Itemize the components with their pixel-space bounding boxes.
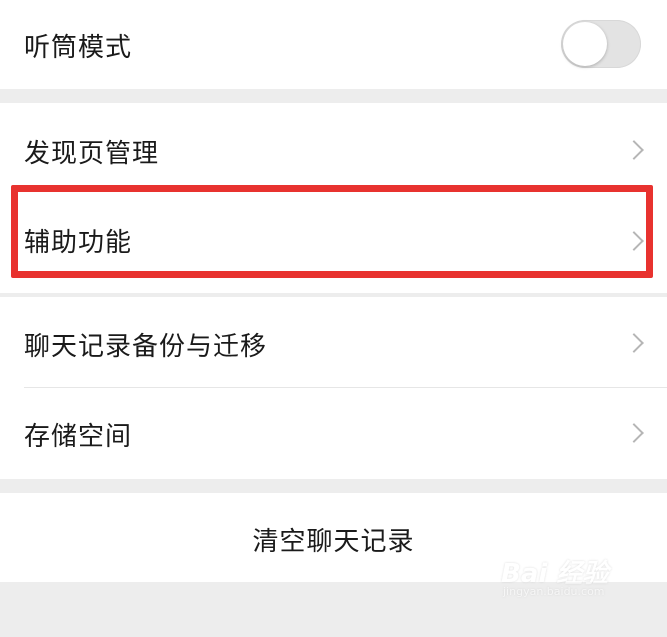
watermark: Bai 经验 jingyan.baidu.com <box>501 553 631 605</box>
toggle-knob <box>563 22 607 66</box>
earpiece-group: 听筒模式 <box>0 0 667 89</box>
chevron-right-icon <box>624 333 644 353</box>
chevron-right-icon <box>624 140 644 160</box>
settings-page: 听筒模式 发现页管理 辅助功能 聊天记录备份与迁移 存储空间 清空聊天记录 Ba… <box>0 0 667 637</box>
earpiece-mode-toggle[interactable] <box>561 20 641 68</box>
chat-storage-group: 聊天记录备份与迁移 存储空间 <box>0 297 667 479</box>
settings-item-label: 聊天记录备份与迁移 <box>24 332 268 362</box>
earpiece-mode-label: 听筒模式 <box>24 33 133 63</box>
settings-item-label: 发现页管理 <box>24 139 160 169</box>
chevron-right-icon <box>624 423 644 443</box>
earpiece-mode-row[interactable]: 听筒模式 <box>0 0 667 89</box>
settings-item-storage[interactable]: 存储空间 <box>0 387 667 479</box>
settings-item-chat-backup[interactable]: 聊天记录备份与迁移 <box>0 297 667 387</box>
highlight-box <box>11 185 653 278</box>
settings-item-discover-page[interactable]: 发现页管理 <box>0 103 667 198</box>
watermark-url: jingyan.baidu.com <box>503 585 605 598</box>
settings-item-label: 存储空间 <box>24 422 133 452</box>
